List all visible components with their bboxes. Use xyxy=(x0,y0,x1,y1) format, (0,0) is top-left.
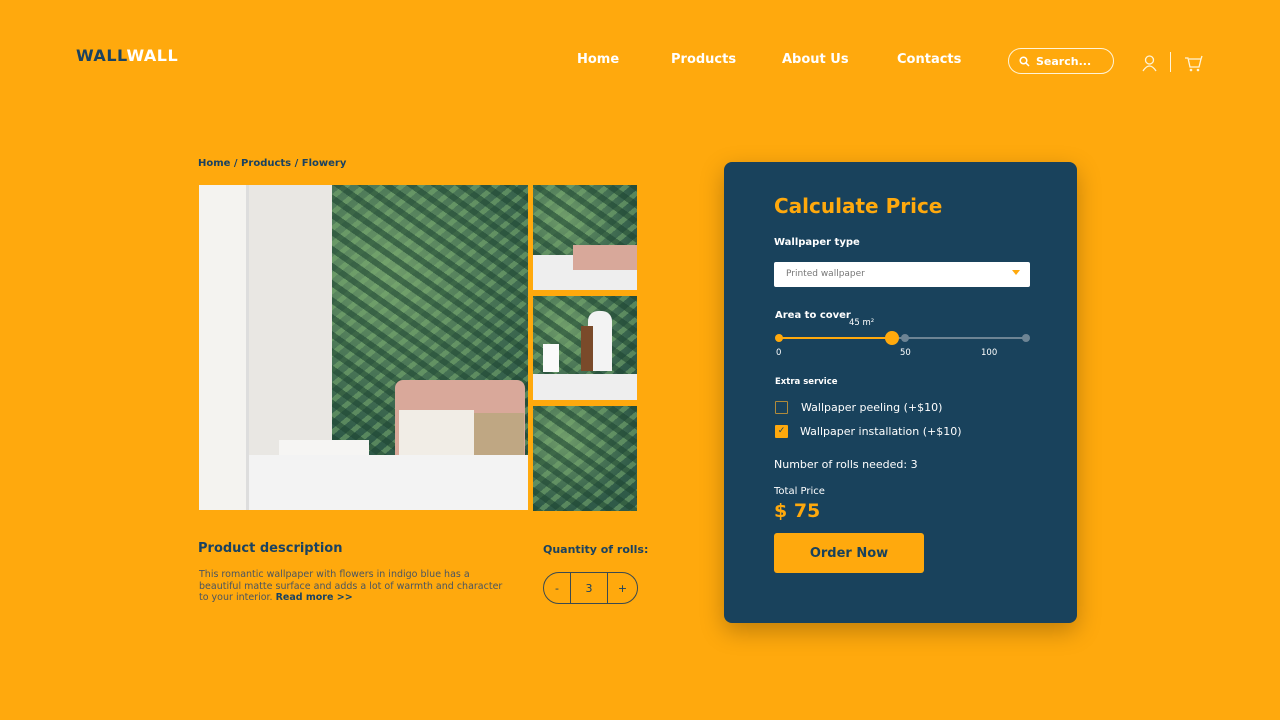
user-icon[interactable] xyxy=(1142,55,1157,72)
cart-icon[interactable] xyxy=(1184,55,1203,72)
quantity-label: Quantity of rolls: xyxy=(543,543,649,556)
tick-label: 100 xyxy=(981,348,998,358)
quantity-stepper: - 3 + xyxy=(543,572,638,604)
checkbox[interactable] xyxy=(775,401,788,414)
calculate-price-card: Calculate Price Wallpaper type Printed w… xyxy=(724,162,1077,623)
logo[interactable]: WALLWALL xyxy=(76,46,178,65)
main-product-image[interactable] xyxy=(199,185,528,510)
read-more-link[interactable]: Read more >> xyxy=(276,592,353,603)
slider-dot xyxy=(901,334,909,342)
wallpaper-type-select[interactable]: Printed wallpaper xyxy=(774,262,1030,287)
nav-home[interactable]: Home xyxy=(577,52,619,67)
option-peeling[interactable]: Wallpaper peeling (+$10) xyxy=(775,401,942,414)
thumbnail-3[interactable] xyxy=(533,406,637,511)
breadcrumb[interactable]: Home / Products / Flowery xyxy=(198,158,346,169)
slider-dot xyxy=(775,334,783,342)
thumbnail-2[interactable] xyxy=(533,296,637,400)
product-description-text: This romantic wallpaper with flowers in … xyxy=(199,569,503,603)
option-installation[interactable]: ✓ Wallpaper installation (+$10) xyxy=(775,425,962,438)
slider-dot xyxy=(1022,334,1030,342)
search-icon xyxy=(1019,55,1030,67)
total-price: $ 75 xyxy=(774,500,821,522)
area-slider-fill xyxy=(779,337,893,339)
order-now-button[interactable]: Order Now xyxy=(774,533,924,573)
tick-label: 50 xyxy=(900,348,911,358)
area-slider-thumb[interactable] xyxy=(885,331,900,345)
nav-products[interactable]: Products xyxy=(671,52,736,67)
extra-service-label: Extra service xyxy=(775,377,838,387)
area-label: Area to cover xyxy=(775,310,851,321)
nav-about-us[interactable]: About Us xyxy=(782,52,849,67)
quantity-value[interactable]: 3 xyxy=(571,573,608,603)
area-value-label: 45 m² xyxy=(849,318,875,328)
card-title: Calculate Price xyxy=(774,194,943,218)
nav-contacts[interactable]: Contacts xyxy=(897,52,961,67)
decrement-button[interactable]: - xyxy=(544,573,571,603)
chevron-down-icon xyxy=(1012,270,1020,275)
rolls-needed: Number of rolls needed: 3 xyxy=(774,458,918,471)
thumbnail-1[interactable] xyxy=(533,185,637,290)
tick-label: 0 xyxy=(776,348,782,358)
divider xyxy=(1170,52,1171,72)
wallpaper-type-label: Wallpaper type xyxy=(774,237,860,248)
total-price-label: Total Price xyxy=(774,486,825,497)
search-input[interactable]: Search... xyxy=(1008,48,1114,74)
increment-button[interactable]: + xyxy=(608,573,637,603)
product-description-title: Product description xyxy=(198,541,343,556)
checkbox-checked[interactable]: ✓ xyxy=(775,425,788,438)
